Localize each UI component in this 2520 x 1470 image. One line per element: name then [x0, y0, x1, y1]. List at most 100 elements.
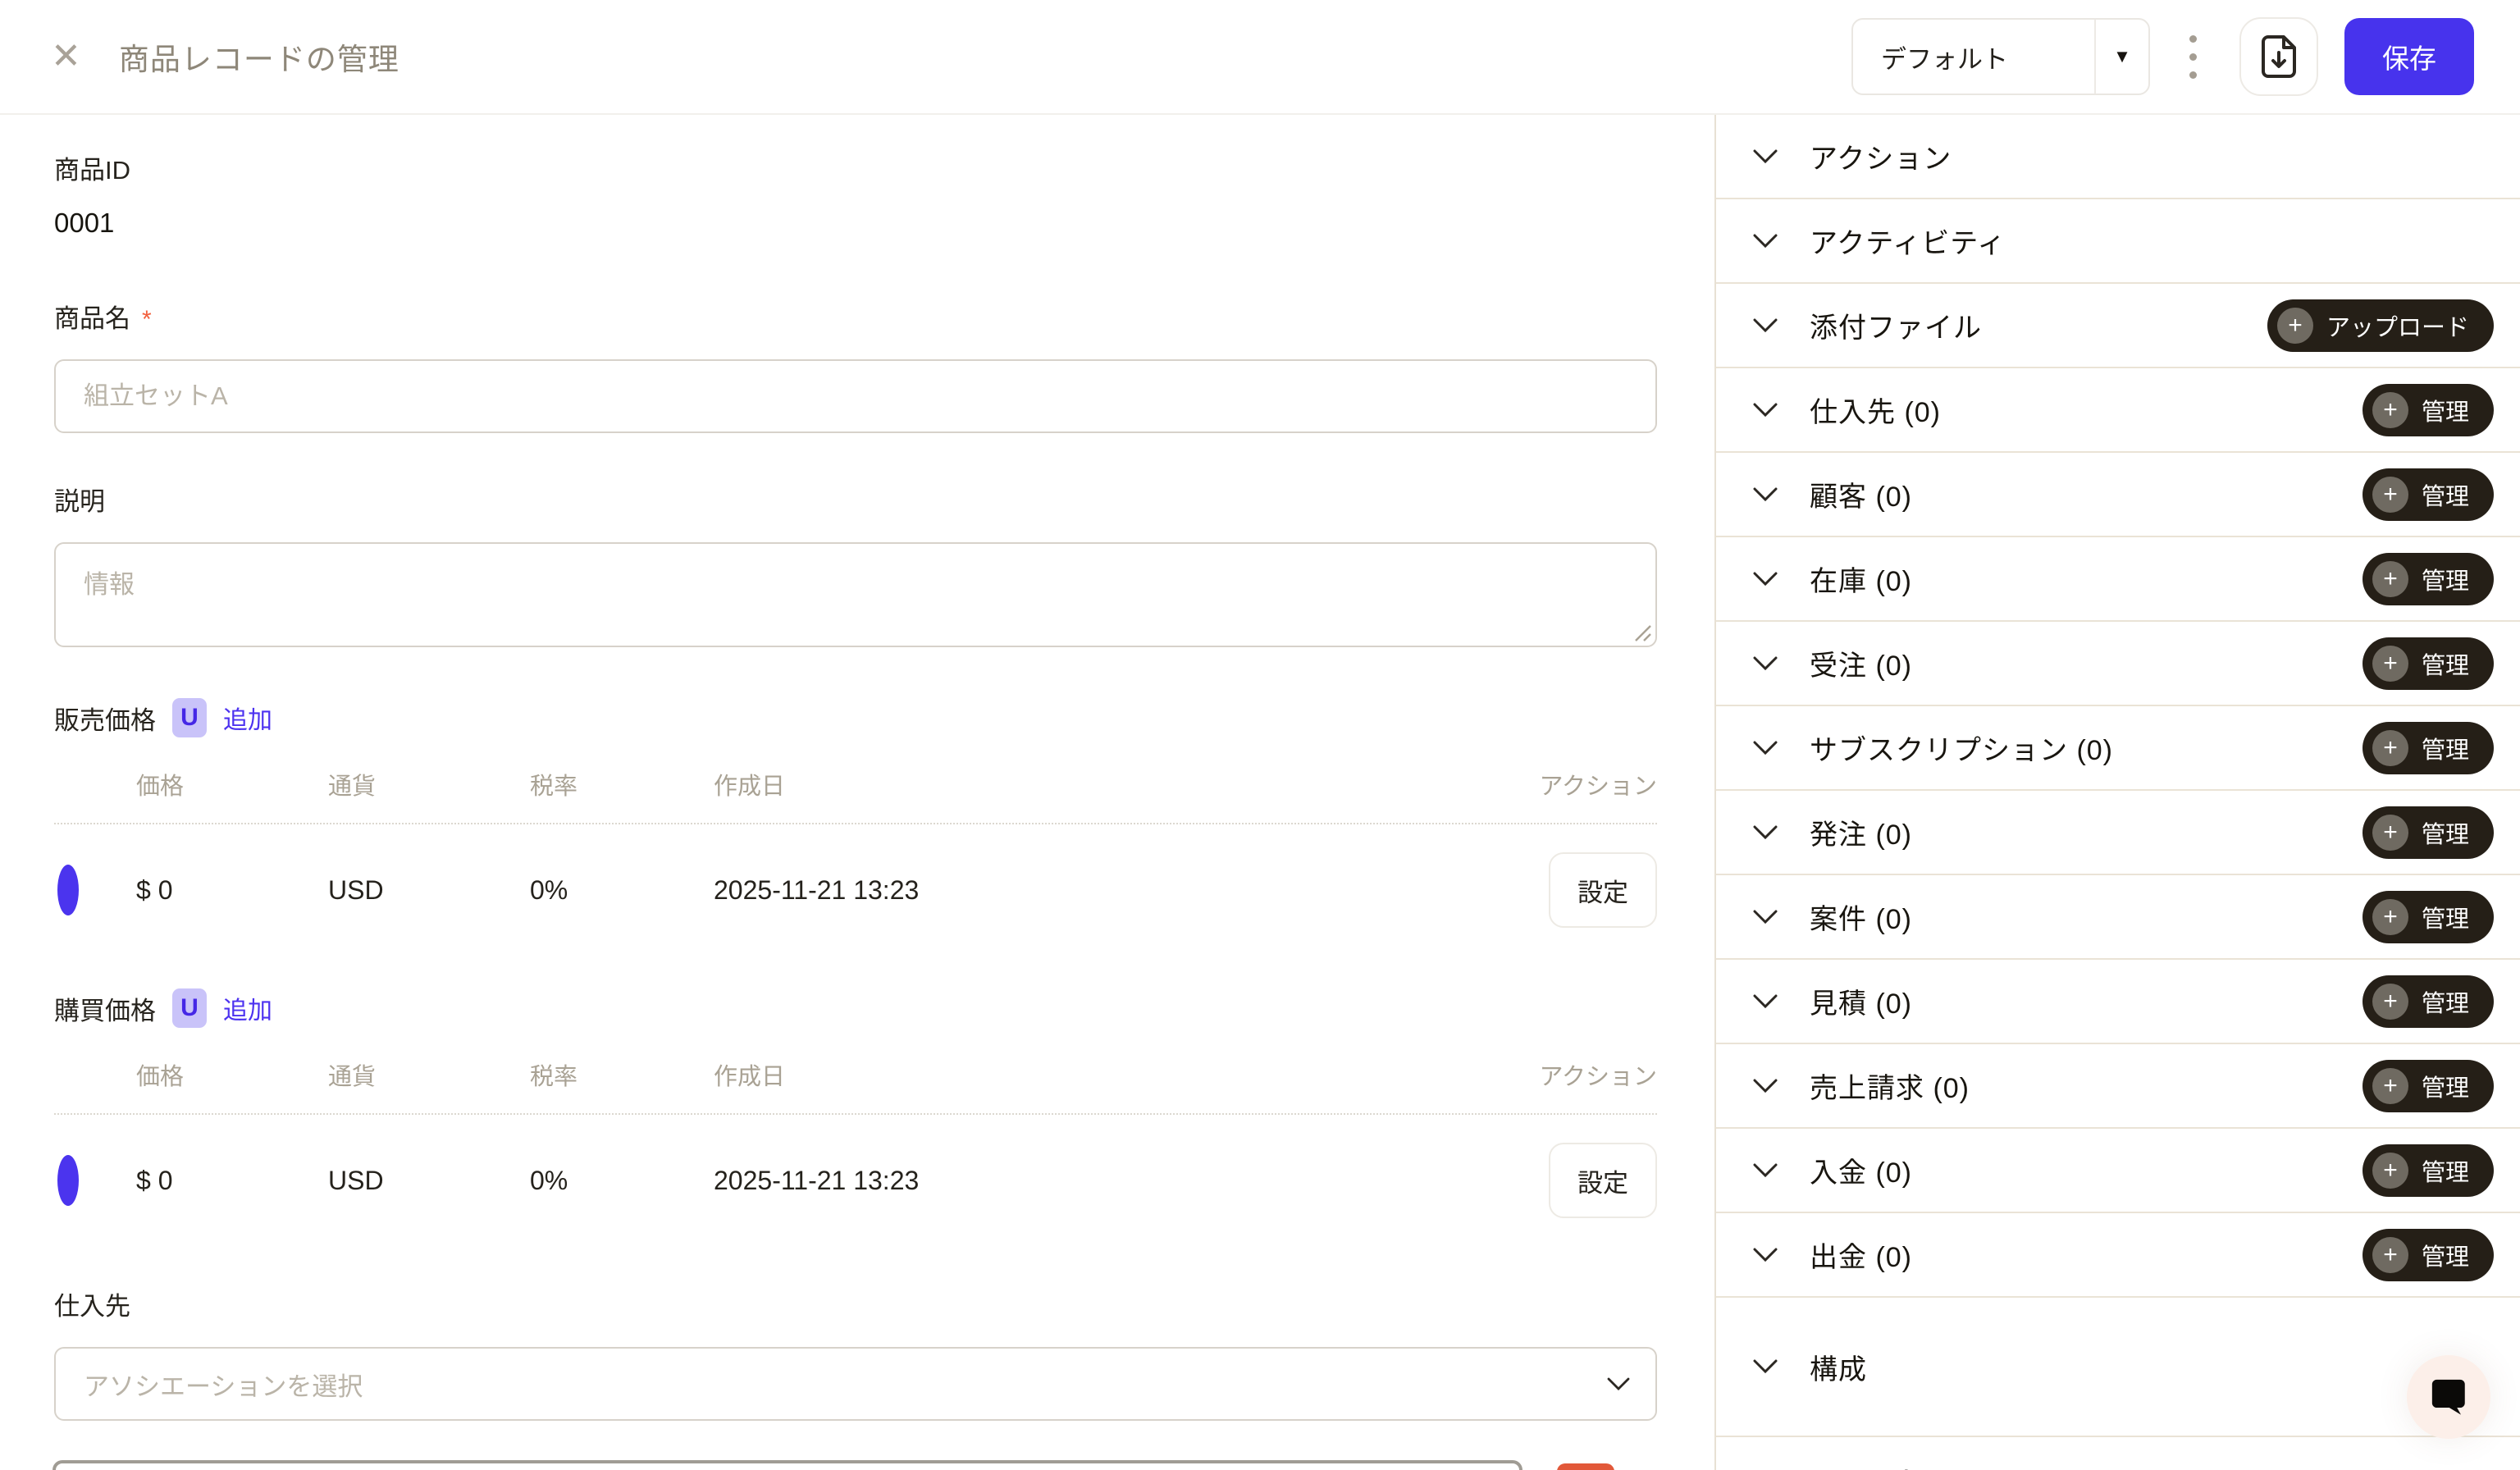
layout-selector[interactable]: デフォルト ▼: [1851, 18, 2150, 95]
sidebar-section[interactable]: 見積 (0) + 管理: [1716, 960, 2520, 1044]
sidebar-section-label: アクション: [1810, 136, 1952, 176]
chat-launcher-button[interactable]: [2407, 1355, 2490, 1439]
sidebar-section-action-button[interactable]: + 管理: [2362, 891, 2494, 943]
page-title: 商品レコードの管理: [119, 34, 399, 79]
tax-value: 0%: [530, 875, 714, 906]
sidebar-section-action-button[interactable]: + 管理: [2362, 722, 2494, 774]
sales-price-table: 価格 通貨 税率 作成日 アクション $ 0 USD 0% 2025-11-21…: [54, 767, 1657, 961]
sales-price-config-button[interactable]: 設定: [1549, 852, 1657, 928]
sidebar-section-action-button[interactable]: + 管理: [2362, 637, 2494, 690]
purchase-price-row: $ 0 USD 0% 2025-11-21 13:23 設定: [54, 1115, 1657, 1251]
col-action: アクション: [1526, 1057, 1657, 1092]
sidebar-section-action-button[interactable]: + 管理: [2362, 553, 2494, 605]
supplier-select[interactable]: アソシエーションを選択: [54, 1347, 1657, 1421]
caret-down-icon: ▼: [2094, 20, 2148, 94]
sales-price-row: $ 0 USD 0% 2025-11-21 13:23 設定: [54, 824, 1657, 961]
sidebar-section-label: 在庫 (0): [1810, 559, 1912, 599]
sidebar-section[interactable]: アクション: [1716, 115, 2520, 199]
tax-value: 0%: [530, 1166, 714, 1196]
sidebar-section[interactable]: サブスクリプション (0) + 管理: [1716, 706, 2520, 791]
sidebar-section-action-button[interactable]: + アップロード: [2267, 299, 2494, 352]
currency-value: USD: [328, 875, 530, 906]
created-value: 2025-11-21 13:23: [714, 875, 1526, 906]
top-header: ✕ 商品レコードの管理 デフォルト ▼ 保存: [0, 0, 2520, 115]
purchase-price-table-header: 価格 通貨 税率 作成日 アクション: [54, 1057, 1657, 1115]
sidebar-section-label: 顧客 (0): [1810, 474, 1912, 514]
purchase-price-config-button[interactable]: 設定: [1549, 1143, 1657, 1218]
col-currency: 通貨: [328, 767, 530, 801]
close-icon[interactable]: ✕: [51, 39, 81, 75]
sidebar-section-label: 売上請求 (0): [1810, 1066, 1970, 1106]
sidebar-section[interactable]: 構成: [1716, 1298, 2520, 1437]
sidebar-section[interactable]: 顧客 (0) + 管理: [1716, 453, 2520, 537]
purchase-price-radio[interactable]: [57, 1155, 79, 1206]
cutoff-delete-button[interactable]: [1557, 1463, 1614, 1470]
price-value: $ 0: [136, 1166, 328, 1196]
more-options-button[interactable]: [2183, 29, 2203, 85]
sidebar-section-label: 見積 (0): [1810, 981, 1912, 1021]
sidebar-section[interactable]: 仕入先 (0) + 管理: [1716, 368, 2520, 453]
sidebar-section-label: 構成: [1810, 1347, 1867, 1387]
sidebar-section-action-button[interactable]: + 管理: [2362, 468, 2494, 521]
sidebar: アクション アクティビティ 添付ファイル + アップロード 仕入先 (0) + …: [1714, 115, 2520, 1470]
sidebar-section[interactable]: 出金 (0) + 管理: [1716, 1213, 2520, 1298]
description-field: 説明: [54, 481, 1657, 647]
product-name-field: 商品名 *: [54, 298, 1657, 433]
chevron-down-icon: [1752, 317, 1778, 334]
sidebar-section[interactable]: アクティビティ: [1716, 199, 2520, 284]
sales-price-add-button[interactable]: 追加: [223, 700, 272, 736]
sidebar-section[interactable]: 受注 (0) + 管理: [1716, 622, 2520, 706]
purchase-price-label: 購買価格: [54, 990, 156, 1027]
sidebar-section-action-button[interactable]: + 管理: [2362, 806, 2494, 859]
required-asterisk: *: [142, 306, 152, 333]
sidebar-section-label: サブスクリプション (0): [1810, 728, 2113, 768]
sidebar-section[interactable]: 発注 (0) + 管理: [1716, 791, 2520, 875]
sidebar-section[interactable]: 案件 (0) + 管理: [1716, 875, 2520, 960]
sidebar-section-action-button[interactable]: + 管理: [2362, 384, 2494, 436]
supplier-placeholder: アソシエーションを選択: [84, 1366, 1606, 1403]
sidebar-section-action-button[interactable]: + 管理: [2362, 1229, 2494, 1281]
plus-icon: +: [2372, 984, 2408, 1020]
sidebar-section[interactable]: 添付ファイル + アップロード: [1716, 284, 2520, 368]
chevron-down-icon: [1752, 655, 1778, 672]
col-tax: 税率: [530, 767, 714, 801]
purchase-price-add-button[interactable]: 追加: [223, 990, 272, 1026]
cutoff-input[interactable]: [52, 1460, 1522, 1470]
kebab-dot: [2189, 71, 2197, 79]
description-textarea[interactable]: [54, 542, 1657, 647]
sidebar-section-label: 出金 (0): [1810, 1235, 1912, 1275]
sales-price-label: 販売価格: [54, 700, 156, 737]
chevron-down-icon: [1752, 1358, 1778, 1375]
save-button[interactable]: 保存: [2344, 18, 2474, 95]
chevron-down-icon: [1752, 571, 1778, 587]
chat-bubble-icon: [2430, 1377, 2468, 1417]
plus-icon: +: [2372, 477, 2408, 513]
chevron-down-icon: [1752, 486, 1778, 503]
file-download-icon: [2260, 34, 2298, 79]
plus-icon: +: [2372, 646, 2408, 682]
product-form: 商品ID 0001 商品名* 説明 販売価格 U 追加 価格 通: [0, 115, 1714, 1470]
currency-value: USD: [328, 1166, 530, 1196]
sidebar-section[interactable]: 在庫 (0) + 管理: [1716, 537, 2520, 622]
export-file-button[interactable]: [2239, 17, 2318, 96]
plus-icon: +: [2372, 730, 2408, 766]
product-name-label: 商品名: [54, 304, 130, 333]
sidebar-section-action-button[interactable]: + 管理: [2362, 1060, 2494, 1112]
chevron-down-icon: [1606, 1376, 1631, 1391]
sidebar-section[interactable]: 入金 (0) + 管理: [1716, 1129, 2520, 1213]
sidebar-section[interactable]: コメント: [1716, 1437, 2520, 1470]
layout-selector-value: デフォルト: [1853, 39, 2094, 75]
plus-icon: +: [2372, 1153, 2408, 1189]
product-name-input[interactable]: [54, 359, 1657, 433]
col-created: 作成日: [714, 1057, 1526, 1092]
chevron-down-icon: [1752, 740, 1778, 756]
chevron-down-icon: [1752, 993, 1778, 1010]
col-price: 価格: [136, 1057, 328, 1092]
sidebar-section-action-button[interactable]: + 管理: [2362, 975, 2494, 1028]
sidebar-section-action-button[interactable]: + 管理: [2362, 1144, 2494, 1197]
sales-price-radio[interactable]: [57, 865, 79, 915]
chevron-down-icon: [1752, 402, 1778, 418]
sidebar-section[interactable]: 売上請求 (0) + 管理: [1716, 1044, 2520, 1129]
chevron-down-icon: [1752, 1247, 1778, 1263]
price-value: $ 0: [136, 875, 328, 906]
